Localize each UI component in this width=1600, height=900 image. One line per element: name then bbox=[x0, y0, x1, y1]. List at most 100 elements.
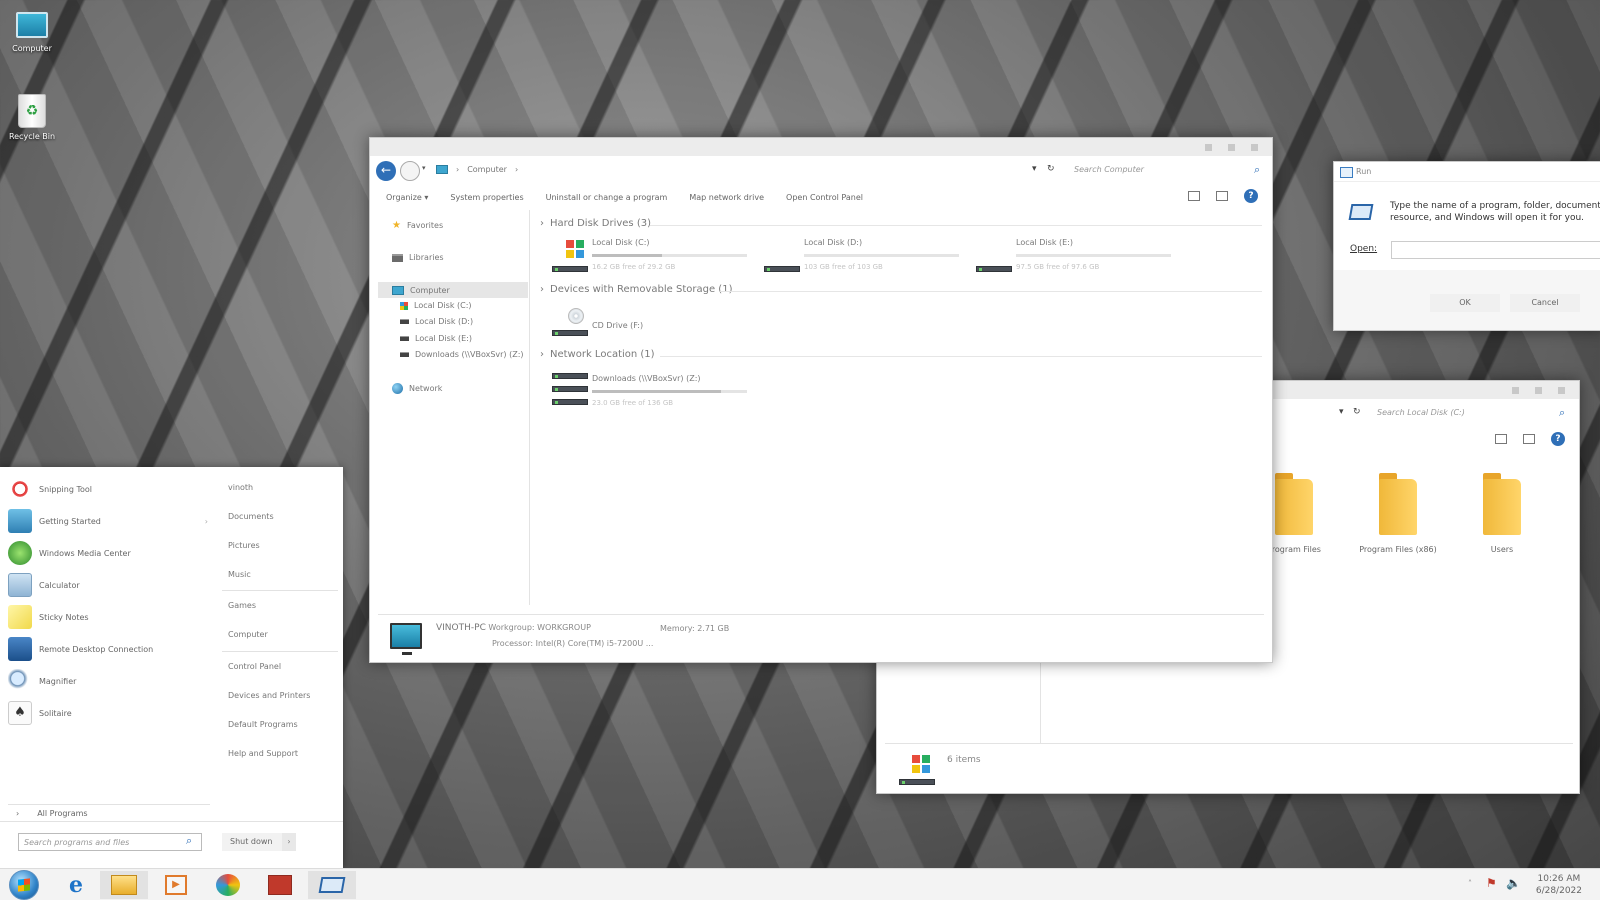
minimize-button[interactable] bbox=[1512, 387, 1519, 394]
shutdown-options-button[interactable]: › bbox=[282, 833, 296, 851]
taskbar-system-tool[interactable] bbox=[256, 871, 304, 899]
nav-item-network[interactable]: Network bbox=[392, 383, 442, 394]
run-open-input[interactable] bbox=[1391, 241, 1600, 259]
program-getting-started[interactable]: Getting Started › bbox=[8, 509, 208, 533]
drive-tile-network[interactable]: Downloads (\\VBoxSvr) (Z:) 23.0 GB free … bbox=[592, 374, 747, 407]
organize-button[interactable]: Organize ▾ bbox=[386, 193, 428, 202]
back-button[interactable]: ← bbox=[376, 161, 396, 181]
program-windows-media-center[interactable]: Windows Media Center bbox=[8, 541, 131, 565]
group-header-network-location[interactable]: › Network Location (1) bbox=[540, 349, 655, 360]
menu-link-games[interactable]: Games bbox=[228, 601, 256, 610]
drive-tile-d[interactable]: Local Disk (D:) 103 GB free of 103 GB bbox=[804, 238, 959, 271]
clock[interactable]: 10:26 AM 6/28/2022 bbox=[1536, 873, 1582, 897]
map-network-drive-button[interactable]: Map network drive bbox=[689, 193, 764, 202]
preview-pane-icon[interactable] bbox=[1216, 191, 1228, 201]
search-icon[interactable]: ⌕ bbox=[1559, 406, 1565, 420]
nav-item-favorites[interactable]: ★ Favorites bbox=[392, 220, 443, 231]
folder-program-files-x86[interactable] bbox=[1373, 471, 1423, 535]
taskbar: e ▶ ˄ ⚑ 🔈 10:26 AM 6/28/2022 bbox=[0, 868, 1600, 900]
drive-tile-c[interactable]: Local Disk (C:) 16.2 GB free of 29.2 GB bbox=[592, 238, 747, 271]
system-properties-button[interactable]: System properties bbox=[450, 193, 523, 202]
menu-link-documents[interactable]: Documents bbox=[228, 512, 274, 521]
program-solitaire[interactable]: ♠ Solitaire bbox=[8, 701, 72, 725]
drive-usage-fill bbox=[592, 254, 662, 257]
drive-tile-e[interactable]: Local Disk (E:) 97.5 GB free of 97.6 GB bbox=[1016, 238, 1171, 271]
nav-item-local-disk-e[interactable]: Local Disk (E:) bbox=[400, 334, 472, 343]
explorer-window-computer[interactable]: ← ▾ › Computer › ▾ ↻ Search Computer ⌕ O… bbox=[369, 137, 1273, 663]
history-dropdown-icon[interactable]: ▾ bbox=[1032, 164, 1037, 174]
desktop-icon-computer[interactable]: Computer bbox=[0, 8, 64, 53]
show-hidden-icons-icon[interactable]: ˄ bbox=[1468, 879, 1472, 888]
change-view-icon[interactable] bbox=[1495, 434, 1507, 444]
cancel-button[interactable]: Cancel bbox=[1510, 294, 1580, 312]
view-controls: ? bbox=[1495, 432, 1565, 446]
all-programs-button[interactable]: › All Programs bbox=[16, 809, 88, 818]
uninstall-program-button[interactable]: Uninstall or change a program bbox=[546, 193, 668, 202]
folder-program-files[interactable] bbox=[1269, 471, 1319, 535]
start-button[interactable] bbox=[0, 870, 48, 900]
menu-link-default-programs[interactable]: Default Programs bbox=[228, 720, 298, 729]
menu-link-devices-printers[interactable]: Devices and Printers bbox=[228, 691, 310, 700]
taskbar-run[interactable] bbox=[308, 871, 356, 899]
maximize-button[interactable] bbox=[1535, 387, 1542, 394]
help-icon[interactable]: ? bbox=[1551, 432, 1565, 446]
menu-link-pictures[interactable]: Pictures bbox=[228, 541, 260, 550]
ok-button[interactable]: OK bbox=[1430, 294, 1500, 312]
desktop-icon-recycle-bin[interactable]: Recycle Bin bbox=[0, 94, 64, 141]
program-snipping-tool[interactable]: Snipping Tool bbox=[8, 477, 92, 501]
history-dropdown-icon[interactable]: ▾ bbox=[1339, 407, 1344, 417]
menu-link-user[interactable]: vinoth bbox=[228, 483, 253, 492]
menu-link-control-panel[interactable]: Control Panel bbox=[228, 662, 281, 671]
breadcrumb[interactable]: › Computer › bbox=[436, 165, 518, 174]
drive-tile-cd[interactable]: CD Drive (F:) bbox=[592, 321, 643, 330]
memory-label: Memory: bbox=[660, 624, 695, 633]
run-description: Type the name of a program, folder, docu… bbox=[1390, 201, 1600, 223]
volume-icon[interactable]: 🔈 bbox=[1506, 876, 1521, 890]
run-dialog[interactable]: Run Type the name of a program, folder, … bbox=[1333, 161, 1600, 331]
open-control-panel-button[interactable]: Open Control Panel bbox=[786, 193, 863, 202]
refresh-icon[interactable]: ↻ bbox=[1047, 164, 1055, 174]
group-header-removable-storage[interactable]: › Devices with Removable Storage (1) bbox=[540, 284, 732, 295]
program-remote-desktop[interactable]: Remote Desktop Connection bbox=[8, 637, 153, 661]
maximize-button[interactable] bbox=[1228, 144, 1235, 151]
taskbar-paint[interactable] bbox=[204, 871, 252, 899]
refresh-icon[interactable]: ↻ bbox=[1353, 407, 1361, 417]
action-center-icon[interactable]: ⚑ bbox=[1486, 876, 1497, 890]
taskbar-media-player[interactable]: ▶ bbox=[152, 871, 200, 899]
search-icon[interactable]: ⌕ bbox=[1254, 163, 1260, 177]
search-icon[interactable]: ⌕ bbox=[186, 834, 192, 848]
menu-link-help-support[interactable]: Help and Support bbox=[228, 749, 298, 758]
close-button[interactable] bbox=[1558, 387, 1565, 394]
nav-item-local-disk-d[interactable]: Local Disk (D:) bbox=[400, 317, 473, 326]
program-calculator[interactable]: Calculator bbox=[8, 573, 80, 597]
start-search-input[interactable]: Search programs and files bbox=[18, 833, 202, 851]
taskbar-internet-explorer[interactable]: e bbox=[52, 871, 100, 899]
menu-link-music[interactable]: Music bbox=[228, 570, 251, 579]
run-titlebar[interactable]: Run bbox=[1334, 162, 1600, 182]
minimize-button[interactable] bbox=[1205, 144, 1212, 151]
forward-button[interactable] bbox=[400, 161, 420, 181]
titlebar[interactable] bbox=[370, 138, 1272, 156]
nav-item-network-drive-z[interactable]: Downloads (\\VBoxSvr) (Z:) bbox=[400, 350, 524, 359]
address-row: ← ▾ › Computer › ▾ ↻ Search Computer ⌕ bbox=[370, 156, 1272, 184]
breadcrumb-item-computer[interactable]: Computer bbox=[467, 165, 507, 174]
windows-drive-icon bbox=[400, 301, 408, 310]
preview-pane-icon[interactable] bbox=[1523, 434, 1535, 444]
group-header-hard-disk-drives[interactable]: › Hard Disk Drives (3) bbox=[540, 218, 651, 229]
drive-name: CD Drive (F:) bbox=[592, 321, 644, 330]
program-sticky-notes[interactable]: Sticky Notes bbox=[8, 605, 89, 629]
search-input[interactable]: Search Computer bbox=[1074, 165, 1144, 174]
nav-item-local-disk-c[interactable]: Local Disk (C:) bbox=[400, 301, 472, 310]
nav-item-libraries[interactable]: Libraries bbox=[392, 253, 444, 262]
taskbar-windows-explorer[interactable] bbox=[100, 871, 148, 899]
program-magnifier[interactable]: Magnifier bbox=[8, 669, 76, 693]
menu-link-computer[interactable]: Computer bbox=[228, 630, 268, 639]
folder-users[interactable] bbox=[1477, 471, 1527, 535]
search-input[interactable]: Search Local Disk (C:) bbox=[1377, 408, 1465, 417]
paint-icon bbox=[216, 874, 240, 896]
close-button[interactable] bbox=[1251, 144, 1258, 151]
change-view-icon[interactable] bbox=[1188, 191, 1200, 201]
recent-pages-dropdown-icon[interactable]: ▾ bbox=[422, 164, 426, 172]
help-icon[interactable]: ? bbox=[1244, 189, 1258, 203]
nav-item-computer[interactable]: Computer bbox=[378, 282, 528, 298]
